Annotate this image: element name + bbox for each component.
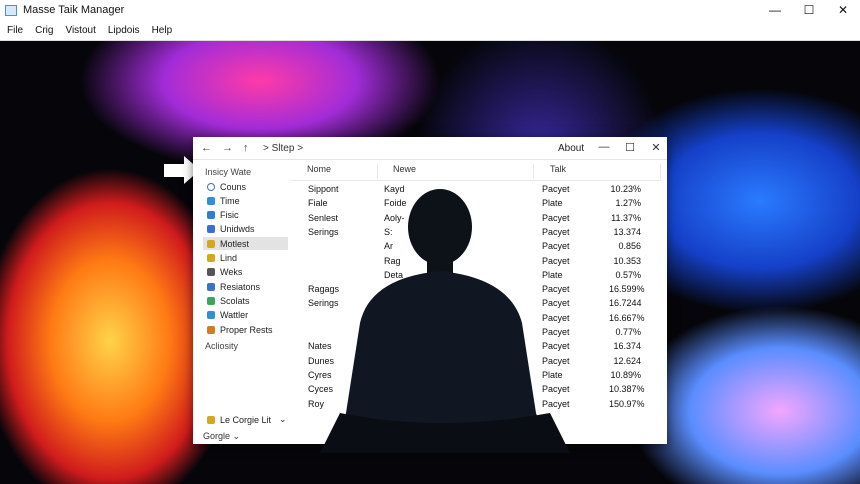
table-cell-pct: 11.37% [611,212,641,223]
search-icon [207,182,215,191]
table-cell-pct: 10.353 [613,255,641,266]
chevron-down-icon: ⌄ [279,414,287,424]
inner-close-button[interactable]: ✕ [643,141,669,154]
window-icon [207,224,215,233]
sidebar-header: Insicy Wate [205,167,252,177]
table-cell-pct: 12.624 [613,355,641,366]
menu-file[interactable]: File [7,25,23,36]
music-icon [207,239,215,248]
maximize-button[interactable]: ☐ [792,0,826,20]
image-icon [207,210,215,219]
sidebar-item-fisic[interactable]: Fisic [207,208,287,221]
table-cell-pct: 10.387% [609,384,645,395]
table-cell-pct: 16.7244 [609,298,642,309]
sidebar-section-label: Acliosity [205,341,239,351]
table-cell-pct: 13.374 [613,226,641,237]
menu-lipdois[interactable]: Lipdois [108,25,140,36]
table-cell-pct: 150.97% [609,398,645,409]
table-cell-pct: 0.57% [615,269,641,280]
close-button[interactable]: ✕ [826,0,860,20]
forward-arrow-icon[interactable]: → [222,142,233,154]
minimize-button[interactable]: — [758,0,792,20]
title-bar: Masse Taik Manager — ☐ ✕ [0,0,860,20]
back-arrow-icon[interactable]: ← [201,142,212,154]
app-title: Masse Taik Manager [23,4,125,16]
menu-vistout[interactable]: Vistout [65,25,95,36]
column-header-nome[interactable]: Nome [291,164,378,178]
table-cell-pct: 0.77% [615,327,641,337]
table-cell-pct: 16.667% [609,312,645,323]
sidebar-item-lind[interactable]: Lind [207,251,287,264]
menu-bar: File Crig Vistout Lipdois Help [0,20,860,41]
window-controls: — ☐ ✕ [758,0,860,20]
table-cell-pct: 16.599% [609,284,645,295]
sidebar-item-unidwds[interactable]: Unidwds [207,222,287,235]
note-icon [207,253,215,262]
table-cell-pct: 10.23% [610,184,641,194]
sidebar-item-motlest[interactable]: Motlest [203,237,288,250]
sidebar-footer-item[interactable]: Le Corgie Lit ⌄ [207,414,287,425]
explorer-window: ← → ↑ > Sltep > About — ☐ ✕ Insicy Wate … [193,137,667,453]
sidebar-item-couns[interactable]: Couns [207,180,287,193]
app-icon [5,4,17,16]
sidebar: Insicy Wate Couns Time Fisic Unidwds Mot… [193,161,289,444]
music-icon [207,415,215,424]
table-cell-pct: 16.374 [613,341,641,352]
inner-minimize-button[interactable]: — [591,141,617,154]
phone-icon [207,325,215,334]
header-divider [291,180,661,181]
sidebar-item-proper-rests[interactable]: Proper Rests [207,323,287,336]
column-header-newe[interactable]: Newe [377,164,534,178]
sidebar-footer-dropdown[interactable]: Gorgle ⌄ [203,431,240,442]
column-header-talk[interactable]: Talk [534,164,661,178]
sidebar-item-wattler[interactable]: Wattler [207,308,287,321]
menu-help[interactable]: Help [152,25,173,36]
grid-icon [207,296,215,305]
sidebar-item-weks[interactable]: Weks [207,265,287,278]
music-icon [207,196,215,205]
breadcrumb[interactable]: > Sltep > [263,143,303,154]
music-icon [207,267,215,276]
table-cell-pct: 10.89% [610,369,641,380]
up-arrow-icon[interactable]: ↑ [243,142,249,154]
music-icon [207,282,215,291]
sidebar-item-scolats[interactable]: Scolats [207,294,287,307]
sidebar-item-resiatons[interactable]: Resiatons [207,280,287,293]
link-icon [207,310,215,319]
table-cell-pct: 1.27% [615,198,641,209]
about-button[interactable]: About [558,143,584,154]
inner-maximize-button[interactable]: ☐ [617,141,643,154]
sidebar-item-time[interactable]: Time [207,194,287,207]
person-silhouette [320,189,570,453]
explorer-toolbar: ← → ↑ > Sltep > About — ☐ ✕ [193,137,667,160]
table-cell-pct: 0.856 [618,241,641,252]
menu-crig[interactable]: Crig [35,25,53,36]
